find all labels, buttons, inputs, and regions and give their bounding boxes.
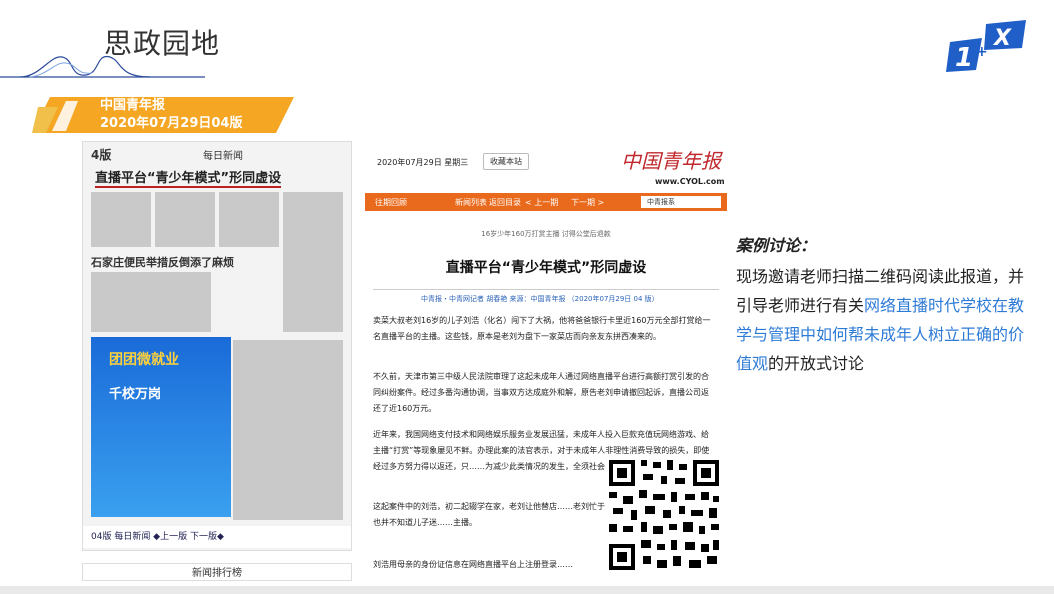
web-header: 2020年07月29日 星期三 收藏本站 中国青年报 www.CYOL.com (365, 141, 727, 191)
ad-subtitle: 千校万岗 (109, 387, 162, 402)
nav-item-next[interactable]: 下一期 > (571, 197, 604, 208)
web-url: www.CYOL.com (655, 177, 725, 186)
favorite-button[interactable]: 收藏本站 (483, 153, 529, 170)
case-text-after: 的开放式讨论 (768, 354, 865, 373)
case-label: 案例讨论： (736, 236, 817, 255)
web-nav-bar: 往期回顾 新闻列表 返回目录 < 上一期 下一期 > 中青报系 (365, 193, 727, 211)
ad-title: 团团微就业 (109, 352, 179, 368)
source-name: 中国青年报 (100, 98, 166, 113)
paper-ad-image: 团团微就业 千校万岗 (91, 337, 231, 517)
article-paragraph: 卖菜大叔老刘16岁的儿子刘浩（化名）闯下了大祸，他将爸爸银行卡里近160万元全部… (373, 316, 711, 341)
qr-code-icon[interactable] (605, 456, 723, 574)
case-discussion: 案例讨论： 现场邀请老师扫描二维码阅读此报道，并引导老师进行有关网络直播时代学校… (736, 232, 1036, 378)
slide: 思政园地 1 + X 中国青年报 2020年07月29日04版 4版 每日新闻 … (0, 0, 1054, 594)
article-kicker: 16岁少年160万打赏主播 讨得公堂后退款 (481, 230, 611, 238)
divider (373, 289, 719, 290)
case-text: 现场邀请老师扫描二维码阅读此报道，并引导老师进行有关网络直播时代学校在教学与管理… (736, 262, 1036, 378)
article-byline: 中青报・中青网记者 胡春艳 来源：中国青年报 （2020年07月29日 04 版… (421, 295, 659, 303)
source-date: 2020年07月29日04版 (100, 116, 243, 131)
paper-footer-nav[interactable]: 04版 每日新闻 ◆上一版 下一版◆ (83, 526, 351, 548)
web-logo: 中国青年报 (621, 149, 721, 173)
bottom-bar (0, 586, 1054, 594)
nav-item-prev[interactable]: < 上一期 (525, 197, 558, 208)
source-label: 中国青年报 2020年07月29日04版 (100, 97, 242, 133)
article-headline: 直播平台“青少年模式”形同虚设 (445, 260, 647, 276)
svg-text:1: 1 (955, 43, 973, 73)
svg-text:X: X (992, 26, 1012, 51)
paper-select[interactable]: 中青报系 (641, 196, 721, 208)
article-paragraph: 不久前，天津市第三中级人民法院审理了这起未成年人通过网络直播平台进行高额打赏引发… (373, 372, 709, 413)
nav-item-archive[interactable]: 往期回顾 (375, 197, 407, 208)
news-rank-label: 新闻排行榜 (82, 563, 352, 581)
newspaper-page-image: 4版 每日新闻 直播平台“青少年模式”形同虚设 石家庄便民举措反倒添了麻烦 团团… (82, 141, 352, 551)
web-date: 2020年07月29日 星期三 (377, 158, 469, 167)
nav-item-list[interactable]: 新闻列表 (455, 197, 487, 208)
nav-item-back[interactable]: 返回目录 (489, 197, 521, 208)
wave-decoration-icon (0, 55, 205, 78)
paper-subhead: 石家庄便民举措反倒添了麻烦 (91, 256, 234, 269)
1x-logo-icon: 1 + X (946, 20, 1032, 80)
